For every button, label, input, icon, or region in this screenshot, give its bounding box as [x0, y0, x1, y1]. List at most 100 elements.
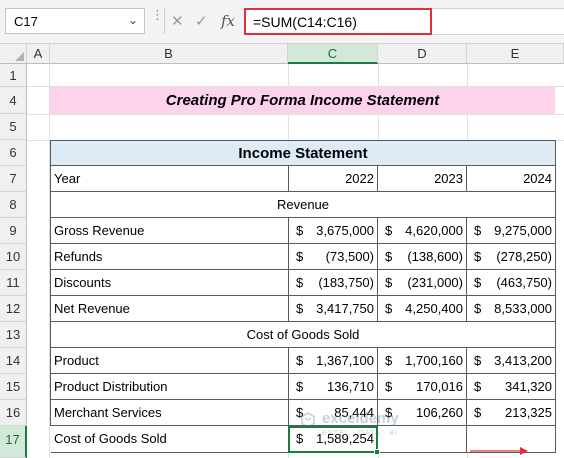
row-header-16[interactable]: 16	[0, 400, 27, 426]
section-cogs[interactable]: Cost of Goods Sold	[51, 322, 556, 348]
chevron-down-icon[interactable]: ⌄	[128, 13, 138, 27]
value-cell[interactable]: $9,275,000	[467, 218, 556, 244]
cell-year-2022[interactable]: 2022	[289, 166, 378, 192]
value-cell[interactable]: $8,533,000	[467, 296, 556, 322]
value-cell[interactable]: $3,417,750	[289, 296, 378, 322]
row-header-4[interactable]: 4	[0, 87, 27, 114]
currency-symbol: $	[296, 379, 304, 394]
amount: (138,600)	[407, 249, 463, 264]
drag-handle-icon[interactable]: ⋮	[151, 8, 164, 21]
value-cell[interactable]: $136,710	[289, 374, 378, 400]
name-box-value: C17	[14, 14, 38, 29]
value-cell[interactable]: $ (183,750)	[289, 270, 378, 296]
row-header-7[interactable]: 7	[0, 166, 27, 192]
currency-symbol: $	[385, 353, 393, 368]
row-label[interactable]: Net Revenue	[51, 296, 289, 322]
section-revenue[interactable]: Revenue	[51, 192, 556, 218]
amount: 4,250,400	[405, 301, 463, 316]
value-cell[interactable]: $1,367,100	[289, 348, 378, 374]
amount: 170,016	[416, 379, 463, 394]
insert-function-icon[interactable]: fx	[221, 12, 235, 30]
currency-symbol: $	[385, 223, 393, 238]
sheet-title[interactable]: Creating Pro Forma Income Statement	[50, 87, 555, 114]
value-cell[interactable]: $ (138,600)	[378, 244, 467, 270]
value-cell[interactable]: $213,325	[467, 400, 556, 426]
currency-symbol: $	[474, 275, 482, 290]
watermark-name: exceldemy	[322, 410, 399, 427]
row-label[interactable]: Discounts	[51, 270, 289, 296]
currency-symbol: $	[474, 379, 482, 394]
name-box[interactable]: C17 ⌄	[5, 8, 145, 34]
currency-symbol: $	[385, 379, 393, 394]
row-label[interactable]: Refunds	[51, 244, 289, 270]
value-cell[interactable]: $ (278,250)	[467, 244, 556, 270]
amount: 4,620,000	[405, 223, 463, 238]
value-cell[interactable]: $4,620,000	[378, 218, 467, 244]
row-header-6[interactable]: 6	[0, 140, 27, 166]
row-header-9[interactable]: 9	[0, 218, 27, 244]
selected-cell-c17[interactable]	[288, 426, 378, 453]
row-label[interactable]: Merchant Services	[51, 400, 289, 426]
select-all-corner[interactable]	[0, 44, 27, 64]
amount: 3,417,750	[316, 301, 374, 316]
row-header-14[interactable]: 14	[0, 348, 27, 374]
currency-symbol: $	[296, 301, 304, 316]
formula-input-extension[interactable]	[432, 8, 564, 35]
column-header-d[interactable]: D	[378, 44, 467, 64]
row-label[interactable]: Gross Revenue	[51, 218, 289, 244]
column-header-a[interactable]: A	[27, 44, 50, 64]
row-label[interactable]: Product	[51, 348, 289, 374]
amount: (73,500)	[325, 249, 374, 264]
row-header-1[interactable]: 1	[0, 64, 27, 87]
row-header-10[interactable]: 10	[0, 244, 27, 270]
amount: 213,325	[505, 405, 552, 420]
formula-bar: C17 ⌄ ⋮ ✕ ✓ fx =SUM(C14:C16)	[0, 0, 564, 44]
amount: (463,750)	[496, 275, 552, 290]
cell-year-2024[interactable]: 2024	[467, 166, 556, 192]
row-header-13[interactable]: 13	[0, 322, 27, 348]
value-cell[interactable]: $ (463,750)	[467, 270, 556, 296]
fill-handle[interactable]	[374, 449, 380, 455]
amount: 9,275,000	[494, 223, 552, 238]
cancel-icon[interactable]: ✕	[171, 12, 184, 30]
value-cell[interactable]: $170,016	[378, 374, 467, 400]
formula-input[interactable]: =SUM(C14:C16)	[244, 8, 432, 35]
income-statement-header[interactable]: Income Statement	[50, 140, 556, 166]
row-header-17[interactable]: 17	[0, 426, 27, 458]
column-header-c[interactable]: C	[288, 44, 378, 64]
confirm-icon[interactable]: ✓	[195, 12, 208, 30]
currency-symbol: $	[296, 223, 304, 238]
row-header-8[interactable]: 8	[0, 192, 27, 218]
row-header-12[interactable]: 12	[0, 296, 27, 322]
amount: (183,750)	[318, 275, 374, 290]
value-cell[interactable]: $3,675,000	[289, 218, 378, 244]
value-cell[interactable]: $3,413,200	[467, 348, 556, 374]
row-label[interactable]: Cost of Goods Sold	[51, 426, 289, 453]
formula-controls: ✕ ✓ fx	[164, 8, 240, 34]
cell-year-2023[interactable]: 2023	[378, 166, 467, 192]
column-header-e[interactable]: E	[467, 44, 564, 64]
currency-symbol: $	[385, 249, 393, 264]
amount: 3,413,200	[494, 353, 552, 368]
currency-symbol: $	[385, 301, 393, 316]
value-cell[interactable]: $ (73,500)	[289, 244, 378, 270]
cell-year-label[interactable]: Year	[51, 166, 289, 192]
amount: 341,320	[505, 379, 552, 394]
row-header-15[interactable]: 15	[0, 374, 27, 400]
row-label[interactable]: Product Distribution	[51, 374, 289, 400]
value-cell[interactable]: $1,700,160	[378, 348, 467, 374]
value-cell[interactable]: $4,250,400	[378, 296, 467, 322]
row-header-5[interactable]: 5	[0, 114, 27, 140]
column-header-b[interactable]: B	[50, 44, 288, 64]
value-cell[interactable]: $341,320	[467, 374, 556, 400]
amount: 3,675,000	[316, 223, 374, 238]
value-cell[interactable]: $ (231,000)	[378, 270, 467, 296]
row-header-11[interactable]: 11	[0, 270, 27, 296]
amount: (231,000)	[407, 275, 463, 290]
currency-symbol: $	[474, 223, 482, 238]
currency-symbol: $	[296, 275, 304, 290]
currency-symbol: $	[296, 249, 304, 264]
select-all-icon	[15, 52, 24, 61]
arrow-right-icon	[470, 447, 528, 455]
currency-symbol: $	[474, 405, 482, 420]
